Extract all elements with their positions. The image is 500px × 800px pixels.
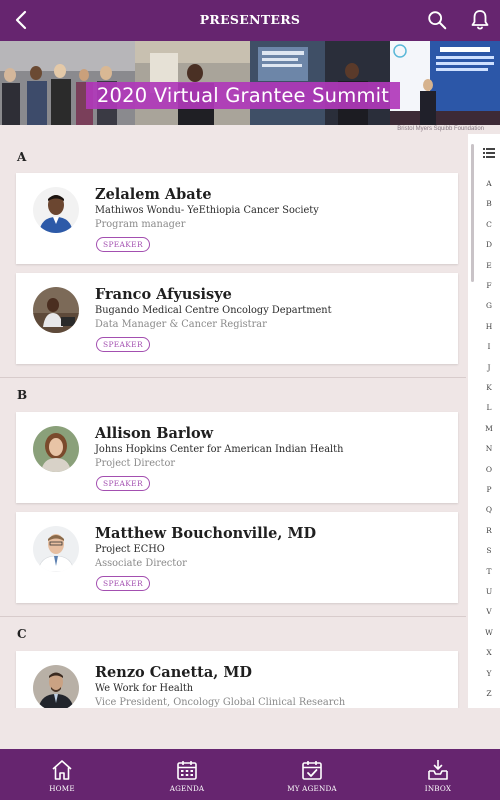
index-letter[interactable]: K bbox=[476, 383, 500, 392]
index-letter[interactable]: L bbox=[476, 403, 500, 412]
speaker-badge: SPEAKER bbox=[96, 576, 150, 591]
section-header-c: C bbox=[17, 627, 27, 641]
presenter-organization: Project ECHO bbox=[95, 544, 165, 555]
nav-inbox-label: INBOX bbox=[424, 784, 452, 793]
avatar bbox=[33, 426, 79, 472]
presenter-organization: Mathiwos Wondu- YeEthiopia Cancer Societ… bbox=[95, 205, 319, 216]
presenter-organization: Johns Hopkins Center for American Indian… bbox=[95, 444, 344, 455]
index-letter[interactable]: D bbox=[476, 240, 500, 249]
presenter-list: A Zelalem Abate Mathiwos Wondu- YeEthiop… bbox=[0, 134, 468, 708]
index-letter[interactable]: M bbox=[476, 424, 500, 433]
index-letter[interactable]: G bbox=[476, 301, 500, 310]
avatar bbox=[33, 526, 79, 572]
nav-agenda-label: AGENDA bbox=[169, 784, 205, 793]
index-letter[interactable]: S bbox=[476, 546, 500, 555]
presenter-card[interactable]: Zelalem Abate Mathiwos Wondu- YeEthiopia… bbox=[16, 173, 458, 264]
inbox-icon bbox=[428, 760, 448, 780]
alphabet-index: A B C D E F G H I J K L M N O P Q R S T … bbox=[468, 134, 500, 708]
speaker-badge: SPEAKER bbox=[96, 476, 150, 491]
index-letter[interactable]: Z bbox=[476, 689, 500, 698]
presenter-name: Franco Afyusisye bbox=[95, 286, 232, 303]
top-app-bar: PRESENTERS bbox=[0, 0, 500, 41]
home-icon bbox=[52, 760, 72, 780]
presenter-name: Allison Barlow bbox=[95, 425, 214, 442]
avatar bbox=[33, 187, 79, 233]
presenter-role: Vice President, Oncology Global Clinical… bbox=[95, 697, 346, 708]
section-divider bbox=[0, 616, 466, 617]
index-letter[interactable]: W bbox=[476, 628, 500, 637]
nav-my-agenda-label: MY AGENDA bbox=[287, 784, 337, 793]
index-letter[interactable]: F bbox=[476, 281, 500, 290]
search-icon[interactable] bbox=[426, 9, 448, 31]
calendar-check-icon bbox=[302, 761, 322, 780]
index-letter[interactable]: Y bbox=[476, 669, 500, 678]
presenter-card[interactable]: Allison Barlow Johns Hopkins Center for … bbox=[16, 412, 458, 503]
index-letter[interactable]: R bbox=[476, 526, 500, 535]
avatar bbox=[33, 665, 79, 708]
index-letter[interactable]: J bbox=[476, 363, 500, 372]
presenter-organization: Bugando Medical Centre Oncology Departme… bbox=[95, 305, 332, 316]
section-divider bbox=[0, 377, 466, 378]
index-letter[interactable]: C bbox=[476, 220, 500, 229]
index-letter[interactable]: P bbox=[476, 485, 500, 494]
presenter-role: Data Manager & Cancer Registrar bbox=[95, 319, 267, 330]
notification-bell-icon[interactable] bbox=[468, 8, 492, 32]
index-letter[interactable]: A bbox=[476, 179, 500, 188]
nav-home[interactable]: HOME bbox=[22, 749, 102, 800]
summit-banner: 2020 Virtual Grantee Summit bbox=[0, 41, 500, 125]
nav-inbox[interactable]: INBOX bbox=[398, 749, 478, 800]
presenter-name: Zelalem Abate bbox=[95, 186, 212, 203]
presenter-name: Renzo Canetta, MD bbox=[95, 664, 252, 681]
presenter-card[interactable]: Franco Afyusisye Bugando Medical Centre … bbox=[16, 273, 458, 364]
speaker-badge: SPEAKER bbox=[96, 237, 150, 252]
index-letter[interactable]: V bbox=[476, 607, 500, 616]
bottom-navigation: HOME AGENDA MY AGENDA INBOX bbox=[0, 749, 500, 800]
presenter-role: Associate Director bbox=[95, 558, 187, 569]
section-header-a: A bbox=[17, 150, 27, 164]
presenter-role: Project Director bbox=[95, 458, 176, 469]
banner-headline: 2020 Virtual Grantee Summit bbox=[86, 82, 400, 109]
presenter-role: Program manager bbox=[95, 219, 186, 230]
index-letter[interactable]: U bbox=[476, 587, 500, 596]
index-letter[interactable]: X bbox=[476, 648, 500, 657]
nav-home-label: HOME bbox=[49, 784, 75, 793]
section-header-b: B bbox=[17, 388, 28, 402]
index-letter[interactable]: H bbox=[476, 322, 500, 331]
index-letter[interactable]: O bbox=[476, 465, 500, 474]
index-letter[interactable]: I bbox=[476, 342, 500, 351]
index-letter[interactable]: N bbox=[476, 444, 500, 453]
presenter-card[interactable]: Matthew Bouchonville, MD Project ECHO As… bbox=[16, 512, 458, 603]
speaker-badge: SPEAKER bbox=[96, 337, 150, 352]
presenter-card[interactable]: Renzo Canetta, MD We Work for Health Vic… bbox=[16, 651, 458, 708]
calendar-icon bbox=[177, 761, 197, 780]
list-view-icon[interactable] bbox=[483, 148, 495, 158]
index-letter[interactable]: E bbox=[476, 261, 500, 270]
nav-agenda[interactable]: AGENDA bbox=[147, 749, 227, 800]
sponsor-credit: Bristol Myers Squibb Foundation bbox=[397, 126, 484, 132]
presenter-organization: We Work for Health bbox=[95, 683, 194, 694]
index-letter[interactable]: T bbox=[476, 567, 500, 576]
avatar bbox=[33, 287, 79, 333]
nav-my-agenda[interactable]: MY AGENDA bbox=[272, 749, 352, 800]
presenter-name: Matthew Bouchonville, MD bbox=[95, 525, 317, 542]
page-title: PRESENTERS bbox=[199, 12, 301, 27]
index-letter[interactable]: Q bbox=[476, 505, 500, 514]
index-letter[interactable]: B bbox=[476, 199, 500, 208]
scrollbar-thumb[interactable] bbox=[471, 144, 474, 282]
